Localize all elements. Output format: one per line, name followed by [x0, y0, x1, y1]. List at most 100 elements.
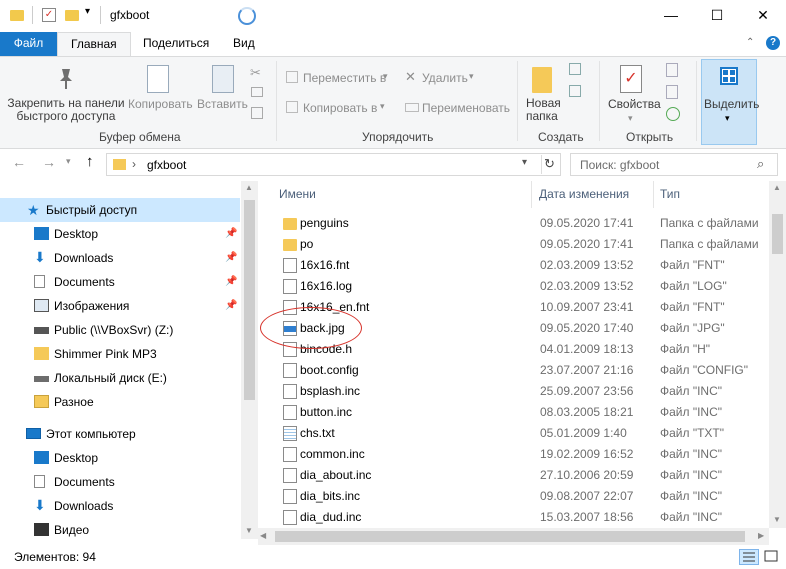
table-row[interactable]: button.inc 08.03.2005 18:21 Файл "INC"	[272, 402, 769, 423]
nav-quick-access[interactable]: ★ Быстрый доступ	[0, 198, 240, 222]
delete-button[interactable]: Удалить	[422, 71, 468, 85]
up-button[interactable]: ↑	[86, 153, 94, 170]
table-row[interactable]: boot.config 23.07.2007 21:16 Файл "CONFIG"	[272, 360, 769, 381]
copy-path-icon[interactable]	[251, 87, 263, 97]
scroll-down-icon[interactable]: ▼	[773, 515, 781, 524]
address-bar[interactable]: › gfxboot ▾ ↻	[106, 153, 561, 176]
table-row[interactable]: bsplash.inc 25.09.2007 23:56 Файл "INC"	[272, 381, 769, 402]
nav-item-pc-desktop[interactable]: Desktop	[0, 446, 240, 470]
pin-icon: 📌	[225, 228, 238, 239]
move-to-button[interactable]: Переместить в	[303, 71, 386, 85]
nav-item-downloads[interactable]: ⬇ Downloads 📌	[0, 246, 240, 270]
maximize-button[interactable]: ☐	[694, 0, 740, 32]
table-row[interactable]: common.inc 19.02.2009 16:52 Файл "INC"	[272, 444, 769, 465]
chevron-down-icon: ▾	[469, 71, 474, 81]
table-row[interactable]: po 09.05.2020 17:41 Папка с файлами	[272, 234, 769, 255]
details-view-button[interactable]	[739, 549, 759, 565]
scroll-left-icon[interactable]: ◀	[260, 531, 266, 540]
open-group-label: Открыть	[626, 130, 674, 144]
column-header-type[interactable]: Тип	[660, 181, 680, 208]
open-icon[interactable]	[666, 63, 678, 77]
divider	[541, 155, 542, 174]
cut-icon[interactable]: ✂	[250, 65, 261, 81]
rename-button[interactable]: Переименовать	[422, 101, 510, 115]
easy-access-icon[interactable]	[569, 85, 581, 97]
paste-button[interactable]: Вставить	[197, 97, 248, 111]
copy-button[interactable]: Копировать	[128, 97, 193, 111]
table-row[interactable]: 16x16.log 02.03.2009 13:52 Файл "LOG"	[272, 276, 769, 297]
scroll-right-icon[interactable]: ▶	[758, 531, 764, 540]
refresh-button[interactable]: ↻	[544, 156, 555, 172]
table-row[interactable]: penguins 09.05.2020 17:41 Папка с файлами	[272, 213, 769, 234]
file-date: 02.03.2009 13:52	[540, 258, 634, 272]
address-history-button[interactable]: ▾	[522, 157, 527, 168]
file-name: penguins	[300, 216, 349, 230]
column-header-date[interactable]: Дата изменения	[539, 181, 629, 208]
scrollbar-thumb[interactable]	[772, 214, 783, 254]
minimize-button[interactable]: —	[648, 0, 694, 32]
file-type: Файл "INC"	[660, 384, 723, 398]
new-item-icon[interactable]	[569, 63, 581, 75]
large-icons-view-button[interactable]	[763, 549, 781, 565]
paste-icon	[212, 65, 234, 93]
table-row[interactable]: dia_bits.inc 09.08.2007 22:07 Файл "INC"	[272, 486, 769, 507]
nav-item-desktop[interactable]: Desktop 📌	[0, 222, 240, 246]
new-folder-button[interactable]: Новая папка	[526, 97, 562, 123]
close-button[interactable]: ✕	[740, 0, 786, 32]
nav-item-documents[interactable]: Documents 📌	[0, 270, 240, 294]
table-row[interactable]: dia_dud.inc 15.03.2007 18:56 Файл "INC"	[272, 507, 769, 528]
nav-item-pictures[interactable]: Изображения 📌	[0, 294, 240, 318]
file-date: 23.07.2007 21:16	[540, 363, 634, 377]
table-row[interactable]: 16x16.fnt 02.03.2009 13:52 Файл "FNT"	[272, 255, 769, 276]
pin-to-quick-access-button[interactable]: Закрепить на панели быстрого доступа	[6, 97, 126, 123]
video-icon	[34, 523, 49, 536]
scroll-down-icon[interactable]: ▼	[245, 526, 253, 535]
tab-share[interactable]: Поделиться	[130, 32, 222, 56]
help-icon[interactable]: ?	[766, 36, 780, 50]
nav-item-shimmer[interactable]: Shimmer Pink MP3	[0, 342, 240, 366]
nav-item-local-disk[interactable]: Локальный диск (E:)	[0, 366, 240, 390]
nav-item-pc-videos[interactable]: Видео	[0, 518, 240, 539]
file-list-scrollbar[interactable]: ▲ ▼	[769, 181, 786, 528]
nav-scrollbar[interactable]: ▲ ▼	[241, 181, 258, 539]
scrollbar-thumb[interactable]	[244, 200, 255, 400]
table-row[interactable]: dia_about.inc 27.10.2006 20:59 Файл "INC"	[272, 465, 769, 486]
breadcrumb[interactable]: gfxboot	[147, 158, 186, 172]
properties-button[interactable]: Свойства	[608, 97, 661, 111]
pictures-icon	[34, 299, 49, 312]
horizontal-scrollbar[interactable]: ◀ ▶	[258, 528, 769, 545]
paste-shortcut-icon[interactable]	[251, 107, 263, 119]
tab-home[interactable]: Главная	[57, 32, 131, 57]
nav-item-pc-downloads[interactable]: ⬇ Downloads	[0, 494, 240, 518]
tab-file[interactable]: Файл	[0, 32, 57, 56]
nav-label: Downloads	[54, 251, 114, 265]
nav-this-pc[interactable]: Этот компьютер	[0, 422, 240, 446]
scrollbar-thumb[interactable]	[275, 531, 745, 542]
edit-icon[interactable]	[666, 85, 678, 99]
table-row[interactable]: chs.txt 05.01.2009 1:40 Файл "TXT"	[272, 423, 769, 444]
folder-icon	[113, 159, 126, 170]
search-input[interactable]: Поиск: gfxboot ⌕	[570, 153, 778, 176]
customize-toolbar-icon[interactable]: ▾	[85, 6, 90, 17]
chevron-down-icon: ▾	[383, 71, 388, 81]
copy-to-button[interactable]: Копировать в	[303, 101, 377, 115]
scroll-up-icon[interactable]: ▲	[245, 183, 253, 192]
column-header-name[interactable]: Имени	[279, 181, 316, 208]
back-button[interactable]: ←	[12, 154, 26, 170]
search-icon[interactable]: ⌕	[757, 156, 764, 172]
properties-quick-icon[interactable]: ✓	[42, 8, 56, 22]
collapse-ribbon-icon[interactable]: ⌃	[746, 37, 754, 48]
breadcrumb-separator-icon[interactable]: ›	[132, 157, 136, 171]
nav-item-network-drive[interactable]: Public (\\VBoxSvr) (Z:)	[0, 318, 240, 342]
history-icon[interactable]	[666, 107, 680, 121]
file-date: 09.05.2020 17:41	[540, 216, 634, 230]
file-date: 02.03.2009 13:52	[540, 279, 634, 293]
scroll-up-icon[interactable]: ▲	[773, 183, 781, 192]
nav-item-misc[interactable]: Разное	[0, 390, 240, 414]
tab-view[interactable]: Вид	[220, 32, 268, 56]
forward-button[interactable]: →	[42, 154, 56, 170]
nav-item-pc-documents[interactable]: Documents	[0, 470, 240, 494]
recent-locations-button[interactable]: ▾	[66, 156, 71, 167]
new-folder-quick-icon[interactable]	[65, 10, 79, 21]
properties-icon: ✓	[620, 65, 642, 93]
